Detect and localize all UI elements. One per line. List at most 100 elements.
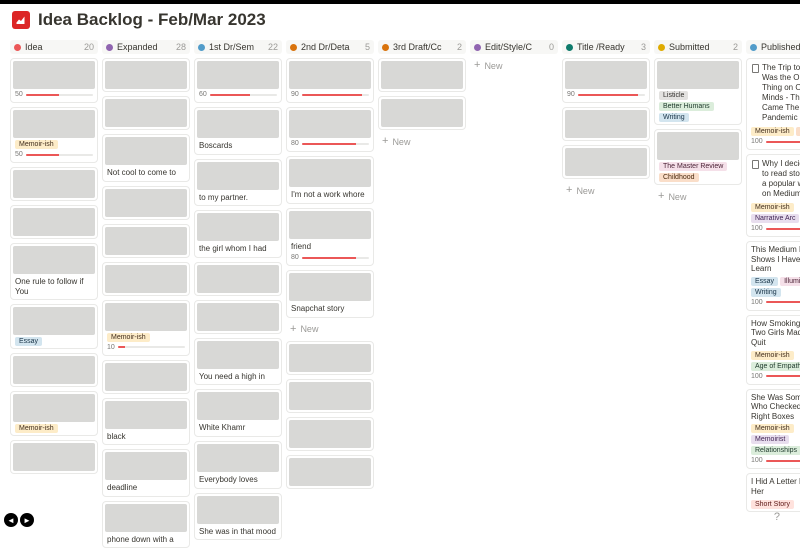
card[interactable]: phone down with a (102, 501, 190, 549)
card[interactable]: She Was Someone Who Checked All The Righ… (746, 389, 800, 470)
screenshot-prev-icon[interactable]: ◄ (4, 513, 18, 527)
card[interactable]: Snapchat story (286, 270, 374, 318)
column-header[interactable]: 2nd Dr/Deta5 (286, 40, 374, 54)
column-name: Edit/Style/C (485, 42, 545, 52)
card[interactable]: 90 (562, 58, 650, 103)
card[interactable] (102, 186, 190, 220)
card[interactable] (562, 145, 650, 179)
help-button[interactable]: ? (774, 511, 780, 523)
tag: Listicle (659, 91, 688, 100)
card[interactable]: to my partner. (194, 159, 282, 207)
progress-value: 80 (291, 254, 299, 261)
card[interactable] (286, 417, 374, 451)
card[interactable] (562, 107, 650, 141)
card[interactable]: How Smoking with Two Girls Made Me QuitM… (746, 315, 800, 385)
card[interactable]: The Trip to Italy Was the Only Thing on … (746, 58, 800, 150)
card-cover-image (657, 61, 739, 89)
card[interactable] (378, 58, 466, 92)
column-header[interactable]: 3rd Draft/Cc2 (378, 40, 466, 54)
column-header[interactable]: Edit/Style/C0 (470, 40, 558, 54)
card-title: phone down with a (105, 534, 187, 546)
card[interactable]: I Hid A Letter From HerShort Story (746, 473, 800, 511)
column-header[interactable]: Expanded28 (102, 40, 190, 54)
card[interactable] (378, 96, 466, 130)
card[interactable]: ListicleBetter HumansWriting (654, 58, 742, 125)
card[interactable]: 50 (10, 58, 98, 103)
card[interactable] (102, 96, 190, 130)
card-cover-image (105, 363, 187, 391)
new-card-button[interactable]: +New (378, 134, 466, 149)
card[interactable]: Essay (10, 304, 98, 349)
card[interactable]: the girl whom I had (194, 210, 282, 258)
column-header[interactable]: Submitted2 (654, 40, 742, 54)
column: Published34 The Trip to Italy Was the Onl… (746, 40, 800, 512)
card-cover-image (13, 356, 95, 384)
progress-row: 90 (289, 91, 371, 100)
card[interactable] (10, 167, 98, 201)
card[interactable]: Boscards (194, 107, 282, 155)
card[interactable] (10, 440, 98, 474)
card[interactable]: Memoir-ish (10, 391, 98, 436)
card[interactable]: One rule to follow if You (10, 243, 98, 300)
card[interactable] (10, 353, 98, 387)
plus-icon: + (658, 191, 664, 202)
card[interactable] (286, 341, 374, 375)
card[interactable] (10, 205, 98, 239)
column-count: 5 (365, 42, 370, 52)
card[interactable]: This Medium Metric Shows I Have Lot To L… (746, 241, 800, 311)
progress-bar (302, 94, 369, 96)
card[interactable] (102, 360, 190, 394)
card[interactable]: Memoir-ish50 (10, 107, 98, 163)
card[interactable]: The Master ReviewChildhood (654, 129, 742, 185)
new-card-button[interactable]: +New (470, 58, 558, 73)
progress-fill (766, 228, 800, 230)
tag: KTHT (796, 127, 800, 136)
column-header[interactable]: Idea20 (10, 40, 98, 54)
column-header[interactable]: Title /Ready3 (562, 40, 650, 54)
card[interactable]: 90 (286, 58, 374, 103)
card-cover-image (197, 341, 279, 369)
card-cover-image (197, 496, 279, 524)
card-cover-image (565, 148, 647, 176)
card-title-row: Why I decided not to read stories of a p… (749, 157, 800, 201)
card[interactable]: She was in that mood (194, 493, 282, 541)
progress-bar (302, 143, 369, 145)
card[interactable]: Why I decided not to read stories of a p… (746, 154, 800, 237)
new-card-button[interactable]: +New (654, 189, 742, 204)
card[interactable]: 80 (286, 107, 374, 152)
card[interactable]: Memoir-ish10 (102, 300, 190, 356)
card[interactable]: black (102, 398, 190, 446)
plus-icon: + (290, 324, 296, 335)
column-header[interactable]: Published34 (746, 40, 800, 54)
status-dot-icon (658, 44, 665, 51)
card[interactable] (194, 262, 282, 296)
card[interactable]: 60 (194, 58, 282, 103)
progress-fill (118, 346, 125, 348)
card[interactable]: deadline (102, 449, 190, 497)
card[interactable]: You need a high in (194, 338, 282, 386)
card-title: the girl whom I had (197, 243, 279, 255)
card[interactable] (194, 300, 282, 334)
card[interactable]: Everybody loves (194, 441, 282, 489)
tag: Better Humans (659, 102, 714, 111)
card[interactable]: Not cool to come to (102, 134, 190, 182)
new-card-button[interactable]: +New (562, 183, 650, 198)
card-title: I'm not a work whore (289, 189, 371, 201)
progress-fill (766, 460, 800, 462)
document-icon (752, 64, 759, 73)
card[interactable] (286, 379, 374, 413)
screenshot-next-icon[interactable]: ► (20, 513, 34, 527)
card-cover-image (197, 61, 279, 89)
card[interactable] (286, 455, 374, 489)
card[interactable] (102, 262, 190, 296)
card-cover-image (13, 110, 95, 138)
card[interactable] (102, 58, 190, 92)
column-header[interactable]: 1st Dr/Sem22 (194, 40, 282, 54)
card[interactable] (102, 224, 190, 258)
new-card-button[interactable]: +New (286, 322, 374, 337)
progress-value: 50 (15, 151, 23, 158)
card[interactable]: friend80 (286, 208, 374, 267)
card[interactable]: White Khamr (194, 389, 282, 437)
tag: Memoirist (751, 435, 789, 444)
card[interactable]: I'm not a work whore (286, 156, 374, 204)
